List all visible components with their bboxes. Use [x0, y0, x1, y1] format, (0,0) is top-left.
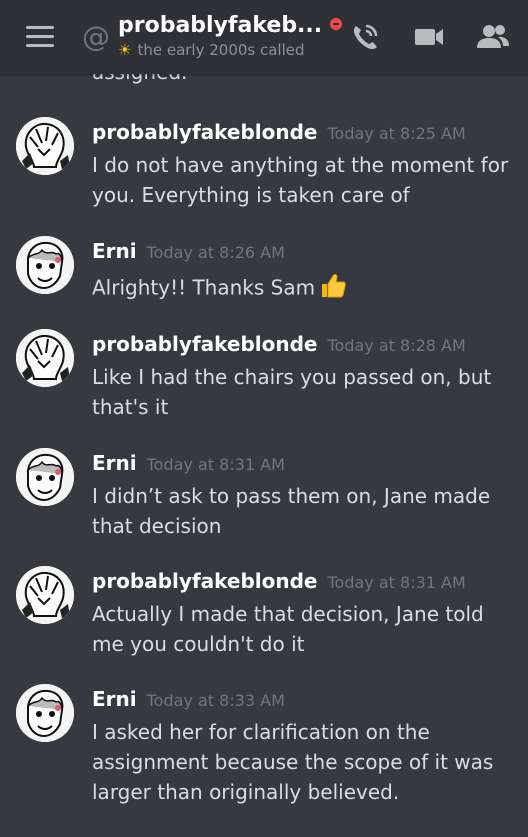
hamburger-menu-icon[interactable] — [26, 26, 54, 48]
message-text: I do not have anything at the moment for… — [92, 153, 509, 207]
erni-avatar[interactable] — [16, 236, 74, 294]
message-text: I didn’t ask to pass them on, Jane made … — [92, 484, 491, 538]
channel-name: probablyfakeb... — [118, 13, 323, 38]
thumbs-up-emoji-icon — [319, 271, 347, 307]
timestamp: Today at 8:28 AM — [327, 336, 466, 355]
timestamp: Today at 8:26 AM — [146, 243, 285, 262]
message-text: Like I had the chairs you passed on, but… — [92, 365, 492, 419]
channel-header: @ probablyfakeb... ☀ the early 2000s call… — [0, 0, 528, 74]
dnd-status-icon — [330, 18, 343, 30]
author-name[interactable]: Erni — [92, 239, 137, 263]
phone-call-icon[interactable] — [350, 22, 380, 56]
erni-avatar[interactable] — [16, 684, 74, 742]
author-name[interactable]: probablyfakeblonde — [92, 120, 318, 144]
cutoff-message-text: assigned. — [92, 74, 187, 84]
members-icon[interactable] — [476, 22, 510, 56]
video-camera-icon[interactable] — [414, 22, 444, 56]
blonde-avatar[interactable] — [16, 329, 74, 387]
dm-title[interactable]: probablyfakeb... ☀ the early 2000s called — [118, 12, 343, 60]
status-text: the early 2000s called — [137, 41, 305, 59]
author-name[interactable]: probablyfakeblonde — [92, 569, 318, 593]
message-text: I asked her for clarification on the ass… — [92, 720, 494, 804]
at-icon: @ — [82, 20, 110, 53]
timestamp: Today at 8:31 AM — [327, 573, 466, 592]
timestamp: Today at 8:25 AM — [327, 124, 466, 143]
custom-status: ☀ the early 2000s called — [118, 40, 333, 60]
message-list[interactable]: assigned. probablyfakeblonde Today at 8:2… — [0, 74, 528, 837]
blonde-avatar[interactable] — [16, 566, 74, 624]
blonde-avatar[interactable] — [16, 117, 74, 175]
timestamp: Today at 8:33 AM — [146, 691, 285, 710]
message-text: Actually I made that decision, Jane told… — [92, 602, 484, 656]
author-name[interactable]: probablyfakeblonde — [92, 332, 318, 356]
message-text: Alrighty!! Thanks Sam — [92, 275, 316, 300]
author-name[interactable]: Erni — [92, 687, 137, 711]
sun-emoji-icon: ☀ — [118, 41, 132, 59]
author-name[interactable]: Erni — [92, 451, 137, 475]
timestamp: Today at 8:31 AM — [146, 455, 285, 474]
erni-avatar[interactable] — [16, 448, 74, 506]
